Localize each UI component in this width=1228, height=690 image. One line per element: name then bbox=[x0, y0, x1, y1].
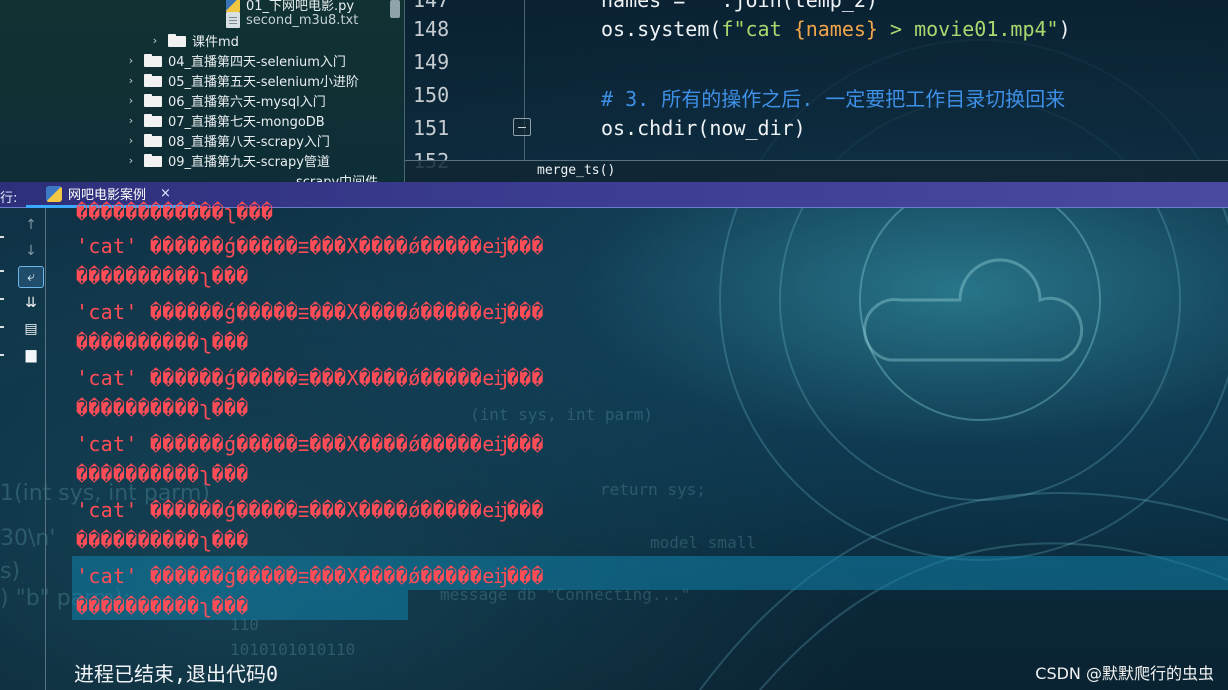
tree-item-label: 09_直播第九天-scrapy管道 bbox=[168, 154, 330, 170]
tree-item-label: second_m3u8.txt bbox=[246, 12, 359, 28]
chevron-right-icon[interactable]: › bbox=[124, 154, 138, 167]
tree-item-label: 05_直播第五天-selenium小进阶 bbox=[168, 74, 359, 90]
run-toolbar: ↑ ↓ ⤶ ⇊ ▤ ▆ bbox=[0, 208, 46, 690]
tree-item-label: 课件md bbox=[192, 34, 239, 50]
code-line: # 3. 所有的操作之后. 一定要把工作目录切换回来 bbox=[601, 87, 1066, 111]
line-number: 150 bbox=[413, 83, 450, 107]
chevron-right-icon[interactable]: › bbox=[148, 34, 162, 47]
tree-item-txt-file[interactable]: second_m3u8.txt bbox=[226, 10, 358, 30]
text-file-icon bbox=[226, 12, 240, 28]
folder-icon bbox=[144, 73, 162, 87]
project-tree: 01_下网吧电影.py second_m3u8.txt › 课件md › 04_… bbox=[0, 0, 404, 182]
tree-item-folder[interactable]: › 07_直播第七天-mongoDB bbox=[124, 110, 325, 130]
tree-item-folder[interactable]: › 课件md bbox=[148, 30, 239, 50]
tree-item-folder[interactable]: › 09_直播第九天-scrapy管道 bbox=[124, 150, 330, 170]
console-line: ������������ʅ��� bbox=[76, 200, 274, 224]
console-line: 'cat' ������ǵ�����ⲷ���X����ǿ�����eĳ��� bbox=[76, 432, 544, 456]
process-exit-message: 进程已结束,退出代码0 bbox=[74, 662, 279, 686]
folder-icon bbox=[144, 53, 162, 67]
folder-icon bbox=[144, 153, 162, 167]
tree-item-folder[interactable]: › 05_直播第五天-selenium小进阶 bbox=[124, 70, 359, 90]
breadcrumb[interactable]: merge_ts() bbox=[537, 163, 615, 178]
tree-item-folder[interactable]: › 06_直播第六天-mysql入门 bbox=[124, 90, 326, 110]
print-icon[interactable]: ▤ bbox=[18, 318, 44, 340]
console-line: ����������ʅ��� bbox=[76, 528, 249, 552]
line-number: 151 bbox=[413, 116, 450, 140]
tree-item-label: 06_直播第六天-mysql入门 bbox=[168, 94, 326, 110]
console-line: ����������ʅ��� bbox=[76, 264, 249, 288]
edge-mark bbox=[0, 298, 4, 300]
console-line: 'cat' ������ǵ�����ⲷ���X����ǿ�����eĳ��� bbox=[76, 366, 544, 390]
arrow-down-icon[interactable]: ↓ bbox=[18, 240, 44, 262]
chevron-right-icon[interactable]: › bbox=[124, 94, 138, 107]
chevron-right-icon[interactable]: › bbox=[124, 54, 138, 67]
edge-mark bbox=[0, 236, 4, 238]
console-line: 'cat' ������ǵ�����ⲷ���X����ǿ�����eĳ��� bbox=[76, 300, 544, 324]
editor-gutter: 147 148 149 150 151 152 bbox=[405, 0, 531, 173]
close-icon[interactable]: × bbox=[160, 186, 171, 201]
fold-toggle-icon[interactable] bbox=[513, 118, 531, 136]
code-line: names = "".join(temp_2) bbox=[601, 0, 878, 12]
arrow-up-icon[interactable]: ↑ bbox=[18, 214, 44, 236]
folder-icon bbox=[144, 93, 162, 107]
chevron-right-icon[interactable]: › bbox=[124, 114, 138, 127]
scroll-to-end-icon[interactable]: ⇊ bbox=[18, 292, 44, 314]
console-line: ����������ʅ��� bbox=[76, 594, 249, 618]
tree-item-folder[interactable]: › 04_直播第四天-selenium入门 bbox=[124, 50, 346, 70]
edge-mark bbox=[0, 354, 4, 356]
tree-scrollbar[interactable] bbox=[390, 0, 400, 18]
folder-icon bbox=[168, 33, 186, 47]
run-label: 行: bbox=[0, 191, 18, 206]
folder-icon bbox=[144, 113, 162, 127]
console-line: 'cat' ������ǵ�����ⲷ���X����ǿ�����eĳ��� bbox=[76, 564, 544, 588]
tree-item-folder[interactable]: scrapy中间件 bbox=[296, 170, 379, 183]
edge-mark bbox=[0, 326, 4, 328]
tree-item-label: 07_直播第七天-mongoDB bbox=[168, 114, 325, 130]
code-editor[interactable]: 147 148 149 150 151 152 names = "".join(… bbox=[404, 0, 1228, 182]
line-number: 148 bbox=[413, 17, 450, 41]
watermark: CSDN @默默爬行的虫虫 bbox=[1035, 664, 1214, 683]
edge-mark bbox=[0, 270, 4, 272]
chevron-right-icon[interactable]: › bbox=[124, 134, 138, 147]
console-line: 'cat' ������ǵ�����ⲷ���X����ǿ�����eĳ��� bbox=[76, 234, 544, 258]
console-line: 'cat' ������ǵ�����ⲷ���X����ǿ�����eĳ��� bbox=[76, 498, 544, 522]
tree-item-label: 04_直播第四天-selenium入门 bbox=[168, 54, 346, 70]
trash-icon[interactable]: ▆ bbox=[18, 344, 44, 366]
tree-item-folder[interactable]: › 08_直播第八天-scrapy入门 bbox=[124, 130, 330, 150]
console-line: ����������ʅ��� bbox=[76, 396, 249, 420]
console-line: ����������ʅ��� bbox=[76, 462, 249, 486]
tree-item-label: 08_直播第八天-scrapy入门 bbox=[168, 134, 330, 150]
code-line: os.system(f"cat {names} > movie01.mp4") bbox=[601, 17, 1071, 41]
folder-icon bbox=[144, 133, 162, 147]
code-line: os.chdir(now_dir) bbox=[601, 116, 806, 140]
soft-wrap-icon[interactable]: ⤶ bbox=[18, 266, 44, 288]
python-icon bbox=[46, 185, 62, 202]
tree-item-label: scrapy中间件 bbox=[296, 174, 379, 183]
line-number: 149 bbox=[413, 50, 450, 74]
console-output[interactable]: ������������ʅ��� 'cat' ������ǵ�����ⲷ���X… bbox=[46, 200, 1228, 690]
line-number: 147 bbox=[413, 0, 450, 12]
console-line: ����������ʅ��� bbox=[76, 330, 249, 354]
chevron-right-icon[interactable]: › bbox=[124, 74, 138, 87]
editor-breadcrumb-bar: merge_ts() bbox=[405, 160, 1228, 182]
